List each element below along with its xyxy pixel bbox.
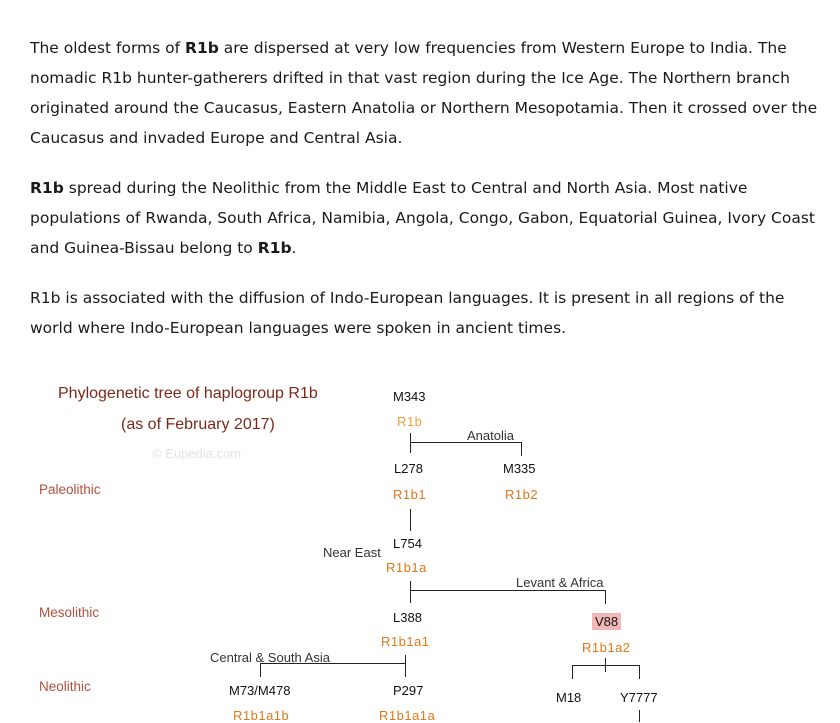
era-paleolithic: Paleolithic — [39, 482, 101, 497]
connector — [405, 655, 406, 677]
node-m73-haplogroup: R1b1a1b — [233, 708, 290, 723]
node-l278-snp: L278 — [394, 461, 423, 476]
connector — [605, 590, 606, 604]
connector — [410, 590, 606, 591]
tree-title: Phylogenetic tree of haplogroup R1b — [58, 385, 318, 402]
connector — [260, 663, 261, 677]
node-l754-snp: L754 — [393, 536, 422, 551]
era-mesolithic: Mesolithic — [39, 605, 100, 620]
connector — [410, 509, 411, 531]
bold-term: R1b — [257, 239, 292, 257]
paragraph-indo-european: R1b is associated with the diffusion of … — [30, 289, 785, 337]
v88-highlight: V88 — [592, 613, 622, 630]
node-m343-haplogroup: R1b — [397, 414, 423, 429]
connector — [639, 710, 640, 722]
watermark: © Eupedia.com — [152, 446, 242, 461]
connector — [410, 433, 411, 453]
node-p297-haplogroup: R1b1a1a — [379, 708, 436, 723]
node-l278-haplogroup: R1b1 — [393, 487, 427, 502]
connector — [410, 581, 411, 603]
node-p297-snp: P297 — [393, 683, 424, 698]
region-central-south-asia: Central & South Asia — [210, 650, 330, 665]
node-l388-haplogroup: R1b1a1 — [381, 634, 430, 649]
connector — [572, 665, 573, 679]
node-m343-snp: M343 — [393, 389, 426, 404]
connector — [521, 442, 522, 456]
node-m18-snp: M18 — [556, 690, 582, 705]
node-m335-haplogroup: R1b2 — [505, 487, 539, 502]
paragraph-oldest-forms: The oldest forms of R1b are dispersed at… — [30, 39, 818, 147]
bold-term: R1b — [30, 179, 64, 197]
node-m335-snp: M335 — [503, 461, 536, 476]
node-l754-haplogroup: R1b1a — [386, 560, 427, 575]
region-anatolia: Anatolia — [467, 428, 514, 443]
node-l388-snp: L388 — [393, 610, 422, 625]
region-near-east: Near East — [323, 545, 381, 560]
tree-subtitle: (as of February 2017) — [121, 416, 275, 433]
phylogenetic-tree: Phylogenetic tree of haplogroup R1b (as … — [0, 370, 840, 723]
node-v88-haplogroup: R1b1a2 — [582, 640, 631, 655]
region-levant-africa: Levant & Africa — [516, 575, 604, 590]
connector — [639, 665, 640, 679]
connector — [572, 665, 640, 666]
paragraph-neolithic-spread: R1b spread during the Neolithic from the… — [30, 179, 815, 257]
node-m73-snp: M73/M478 — [229, 683, 291, 698]
era-neolithic: Neolithic — [39, 679, 91, 694]
node-y7777-snp: Y7777 — [620, 690, 658, 705]
bold-term: R1b — [185, 39, 219, 57]
node-v88-snp: V88 — [592, 613, 622, 630]
